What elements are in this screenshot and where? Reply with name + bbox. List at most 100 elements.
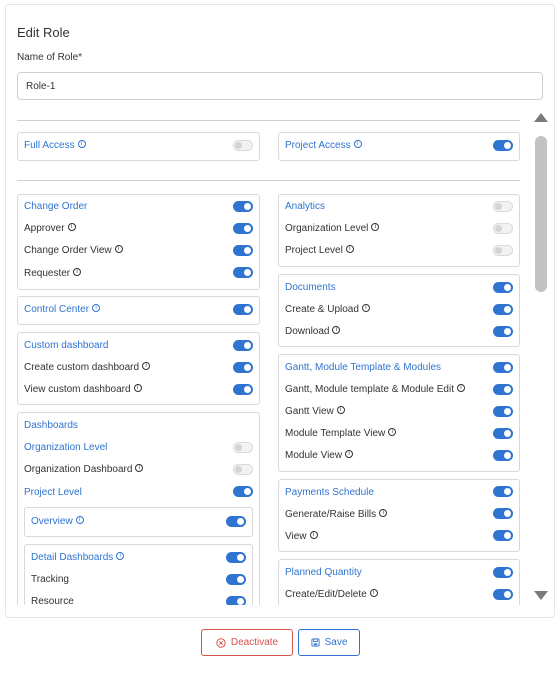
dash-organization-level-label: Organization Level: [24, 442, 108, 453]
info-icon: i: [345, 450, 354, 458]
generate-bills-label: Generate/Raise Bills i: [285, 509, 388, 520]
dash-organization-level-toggle[interactable]: [233, 442, 253, 453]
change-order-view-toggle[interactable]: [233, 245, 253, 256]
payments-view-toggle[interactable]: [493, 530, 513, 541]
scrollbar[interactable]: [531, 110, 551, 606]
module-view-toggle[interactable]: [493, 450, 513, 461]
documents-title: Documents: [285, 282, 336, 293]
info-icon: i: [67, 223, 76, 231]
overview-toggle[interactable]: [226, 516, 246, 527]
gantt-edit-label: Gantt, Module template & Module Edit i: [285, 384, 465, 395]
info-icon: i: [369, 589, 378, 597]
gantt-view-toggle[interactable]: [493, 406, 513, 417]
info-icon: i: [361, 304, 370, 312]
view-custom-dashboard-label: View custom dashboard i: [24, 384, 142, 395]
payments-schedule-title: Payments Schedule: [285, 487, 374, 498]
info-icon: i: [336, 406, 345, 414]
analytics-organization-level-toggle[interactable]: [493, 223, 513, 234]
create-edit-delete-label: Create/Edit/Delete i: [285, 589, 378, 600]
tracking-toggle[interactable]: [226, 574, 246, 585]
dash-project-level-label: Project Level: [24, 487, 82, 498]
scroll-thumb[interactable]: [535, 136, 547, 292]
info-icon: i: [388, 428, 397, 436]
organization-dashboard-label: Organization Dashboard i: [24, 464, 144, 475]
analytics-project-level-label: Project Level i: [285, 245, 354, 256]
organization-dashboard-toggle[interactable]: [233, 464, 253, 475]
save-label: Save: [324, 637, 348, 648]
create-edit-delete-toggle[interactable]: [493, 589, 513, 600]
full-access-toggle[interactable]: [233, 140, 253, 151]
module-template-view-toggle[interactable]: [493, 428, 513, 439]
overview-label: Overview i: [31, 516, 84, 527]
create-custom-dashboard-label: Create custom dashboard i: [24, 362, 151, 373]
documents-toggle[interactable]: [493, 282, 513, 293]
info-icon: i: [92, 304, 101, 312]
control-center-toggle[interactable]: [233, 304, 253, 315]
info-icon: i: [456, 384, 465, 392]
info-icon: i: [116, 552, 125, 560]
info-icon: i: [371, 223, 380, 231]
full-access-label: Full Access i: [24, 140, 86, 151]
payments-schedule-toggle[interactable]: [493, 486, 513, 497]
deactivate-label: Deactivate: [230, 637, 279, 648]
module-view-label: Module View i: [285, 450, 354, 461]
project-access-label: Project Access i: [285, 140, 362, 151]
analytics-title: Analytics: [285, 201, 326, 212]
detail-dashboards-title: Detail Dashboards i: [31, 552, 125, 563]
dash-project-level-toggle[interactable]: [233, 486, 253, 497]
dashboards-title: Dashboards: [24, 420, 78, 431]
info-icon: i: [77, 140, 86, 148]
requester-label: Requester i: [24, 268, 82, 279]
permissions-scroll-area[interactable]: Full Access i Project Access i Change Orde…: [0, 0, 530, 605]
custom-dashboard-toggle[interactable]: [233, 340, 253, 351]
planned-quantity-toggle[interactable]: [493, 567, 513, 578]
info-icon: i: [135, 464, 144, 472]
deactivate-icon: [216, 637, 226, 648]
deactivate-button[interactable]: Deactivate: [201, 629, 293, 656]
info-icon: i: [345, 245, 354, 253]
gantt-edit-toggle[interactable]: [493, 384, 513, 395]
info-icon: i: [332, 326, 341, 334]
change-order-toggle[interactable]: [233, 201, 253, 212]
gantt-toggle[interactable]: [493, 362, 513, 373]
view-custom-dashboard-toggle[interactable]: [233, 384, 253, 395]
change-order-title: Change Order: [24, 201, 88, 212]
scroll-down-icon[interactable]: [534, 591, 548, 600]
download-toggle[interactable]: [493, 326, 513, 337]
info-icon: i: [142, 362, 151, 370]
create-upload-toggle[interactable]: [493, 304, 513, 315]
info-icon: i: [309, 531, 318, 539]
module-template-view-label: Module Template View i: [285, 428, 397, 439]
info-icon: i: [114, 245, 123, 253]
resource-toggle[interactable]: [226, 596, 246, 605]
info-icon: i: [73, 268, 82, 276]
scroll-up-icon[interactable]: [534, 113, 548, 122]
custom-dashboard-title: Custom dashboard: [24, 340, 109, 351]
generate-bills-toggle[interactable]: [493, 508, 513, 519]
control-center-title: Control Center i: [24, 304, 101, 315]
info-icon: i: [75, 516, 84, 524]
requester-toggle[interactable]: [233, 267, 253, 278]
save-button[interactable]: Save: [298, 629, 360, 656]
save-icon: [311, 638, 320, 647]
planned-quantity-title: Planned Quantity: [285, 567, 362, 578]
detail-dashboards-toggle[interactable]: [226, 552, 246, 563]
approver-toggle[interactable]: [233, 223, 253, 234]
approver-label: Approver i: [24, 223, 76, 234]
analytics-toggle[interactable]: [493, 201, 513, 212]
download-label: Download i: [285, 326, 341, 337]
info-icon: i: [379, 509, 388, 517]
project-access-toggle[interactable]: [493, 140, 513, 151]
analytics-project-level-toggle[interactable]: [493, 245, 513, 256]
create-custom-dashboard-toggle[interactable]: [233, 362, 253, 373]
analytics-organization-level-label: Organization Level i: [285, 223, 380, 234]
resource-label: Resource: [31, 596, 74, 605]
gantt-title: Gantt, Module Template & Modules: [285, 362, 442, 373]
info-icon: i: [133, 384, 142, 392]
divider: [17, 180, 520, 181]
create-upload-label: Create & Upload i: [285, 304, 370, 315]
payments-view-label: View i: [285, 531, 318, 542]
divider: [17, 120, 520, 121]
gantt-view-label: Gantt View i: [285, 406, 345, 417]
change-order-view-label: Change Order View i: [24, 245, 123, 256]
